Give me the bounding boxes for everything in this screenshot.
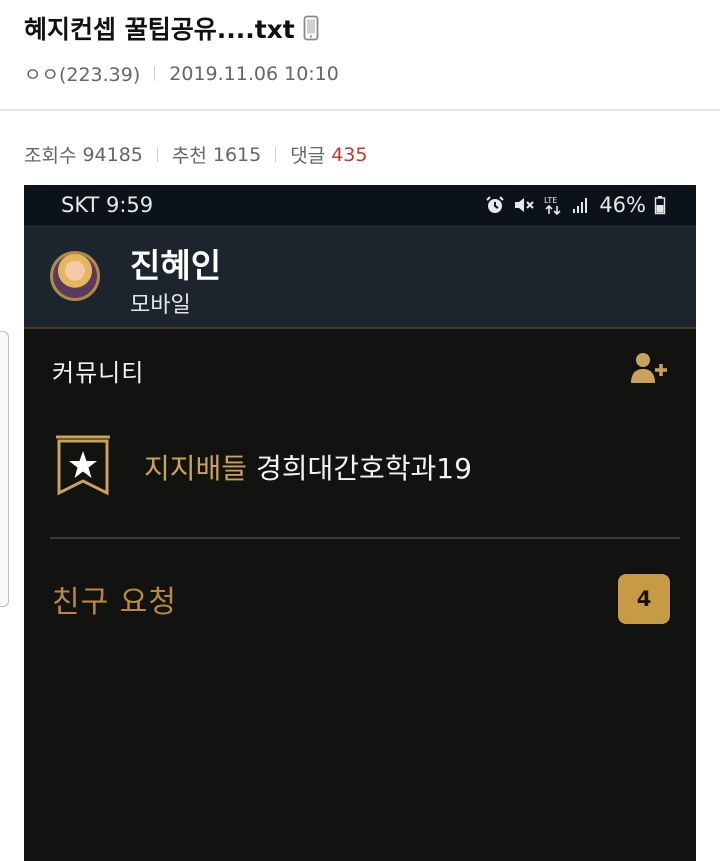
clan-prefix: 지지배들: [144, 452, 248, 485]
alarm-icon: [486, 196, 505, 213]
post-title: 혜지컨셉 꿀팁공유....txt: [24, 10, 319, 46]
side-scroll-handle[interactable]: [0, 331, 9, 607]
friend-request-count-badge[interactable]: 4: [618, 574, 670, 624]
status-bar: SKT 9:59 LTE 46%: [24, 185, 696, 225]
section-divider: [50, 537, 680, 539]
meta-separator: [154, 66, 156, 81]
signal-icon: [573, 198, 588, 213]
status-icons: LTE 46%: [485, 193, 696, 217]
community-section-label: 커뮤니티: [52, 359, 145, 387]
clan-name: 지지배들 경희대간호학과19: [144, 447, 472, 487]
comments-label[interactable]: 댓글: [290, 141, 325, 168]
battery-icon: [654, 196, 666, 215]
post-stats: 조회수 94185 추천 1615 댓글 435: [24, 141, 367, 168]
add-friend-icon[interactable]: [630, 351, 670, 385]
profile-subtitle: 모바일: [130, 293, 191, 318]
friend-request-label[interactable]: 친구 요청: [52, 577, 177, 621]
views-count: 94185: [82, 143, 143, 166]
stats-separator: [156, 147, 158, 162]
clan-title: 경희대간호학과19: [255, 452, 472, 485]
carrier-time: SKT 9:59: [61, 193, 154, 217]
post-datetime: 2019.11.06 10:10: [169, 62, 339, 85]
lte-icon: LTE: [544, 196, 561, 215]
mute-icon: [515, 198, 535, 212]
battery-percent: 46%: [599, 193, 646, 217]
views-label: 조회수: [24, 145, 77, 167]
avatar[interactable]: [50, 251, 100, 301]
recommend-count: 1615: [212, 143, 262, 166]
stats-separator: [275, 147, 277, 162]
svg-text:LTE: LTE: [544, 196, 557, 205]
star-badge-icon: [56, 435, 110, 496]
recommend-label: 추천: [171, 145, 207, 167]
embedded-screenshot: SKT 9:59 LTE 46% 진혜인 모바일 커뮤니티 지지배들 경희대간호…: [24, 185, 696, 861]
community-clan-row[interactable]: 지지배들 경희대간호학과19: [54, 433, 674, 499]
header-divider: [0, 109, 720, 111]
author-name[interactable]: ㅇㅇ(223.39): [24, 60, 140, 87]
profile-header: 진혜인 모바일: [24, 225, 696, 329]
post-title-text: 혜지컨셉 꿀팁공유....txt: [24, 15, 295, 44]
mobile-phone-icon: [303, 15, 319, 41]
comments-count[interactable]: 435: [331, 144, 367, 166]
profile-name: 진혜인: [130, 246, 222, 285]
post-meta: ㅇㅇ(223.39) 2019.11.06 10:10: [24, 60, 339, 87]
